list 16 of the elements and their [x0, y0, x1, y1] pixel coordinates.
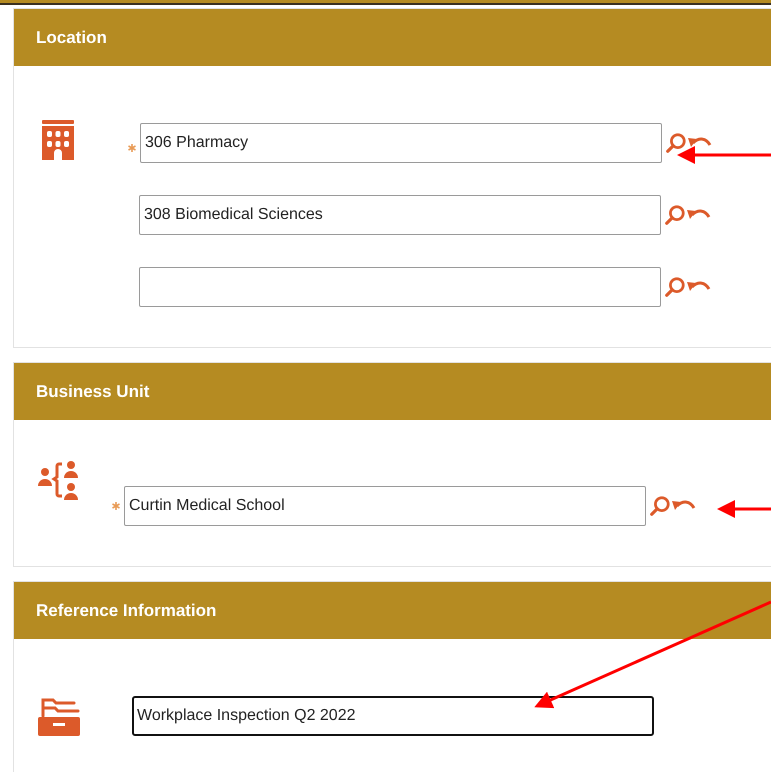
people-group-icon [38, 460, 80, 500]
section-title: Location [36, 28, 107, 48]
building-icon [41, 120, 75, 160]
input-field[interactable] [139, 267, 661, 307]
input-field[interactable]: Curtin Medical School [124, 486, 646, 526]
file-drawer-icon [38, 696, 80, 736]
search-icon[interactable] [665, 132, 687, 154]
input-field[interactable]: 308 Biomedical Sciences [139, 195, 661, 235]
section-title: Reference Information [36, 600, 216, 620]
search-icon[interactable] [649, 495, 671, 517]
search-icon[interactable] [664, 276, 686, 298]
input-field[interactable]: 306 Pharmacy [140, 123, 662, 163]
section-title: Business Unit [36, 382, 150, 402]
input-field[interactable]: Workplace Inspection Q2 2022 [132, 696, 654, 736]
search-icon[interactable] [664, 204, 686, 226]
annotation-arrow [717, 500, 771, 518]
